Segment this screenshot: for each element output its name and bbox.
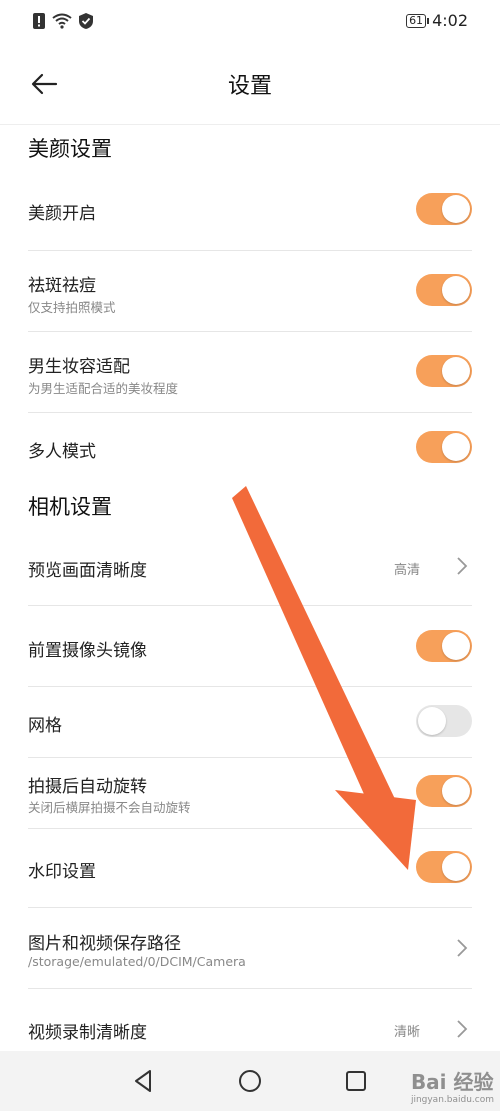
app-bar: 设置 (0, 44, 500, 125)
auto-rotate-toggle[interactable] (416, 775, 472, 807)
toggle-knob (442, 777, 470, 805)
setting-label: 多人模式 (28, 442, 96, 462)
nav-recents-icon[interactable] (338, 1063, 374, 1099)
nav-back-icon[interactable] (126, 1063, 162, 1099)
status-bar: 61 4:02 (0, 0, 500, 44)
chevron-right-icon (457, 1020, 468, 1038)
clock: 4:02 (432, 11, 468, 30)
battery-icon: 61 (406, 13, 430, 28)
setting-value: 高清 (393, 563, 420, 578)
alert-icon (33, 13, 45, 29)
toggle-knob (442, 357, 470, 385)
setting-row-watermark[interactable]: 水印设置 (28, 829, 472, 907)
toggle-knob (442, 433, 470, 461)
toggle-knob (418, 707, 446, 735)
setting-label: 图片和视频保存路径 (28, 934, 181, 954)
setting-row-auto-rotate[interactable]: 拍摄后自动旋转 关闭后横屏拍摄不会自动旋转 (28, 758, 472, 828)
grid-toggle[interactable] (416, 705, 472, 737)
setting-row-video-clarity[interactable]: 视频录制清晰度 清晰 (28, 989, 472, 1051)
blemish-toggle[interactable] (416, 274, 472, 306)
toggle-knob (442, 195, 470, 223)
section-title-beauty: 美颜设置 (28, 137, 112, 161)
status-icons-left (32, 12, 94, 30)
setting-value: 清晰 (393, 1025, 420, 1040)
setting-row-preview-clarity[interactable]: 预览画面清晰度 高清 (28, 530, 472, 605)
page-title: 设置 (227, 74, 272, 99)
setting-subtitle: 为男生适配合适的美妆程度 (28, 381, 179, 396)
status-icons-right: 61 4:02 (406, 11, 468, 30)
beauty-on-toggle[interactable] (416, 193, 472, 225)
setting-row-grid[interactable]: 网格 (28, 687, 472, 757)
setting-row-multi-person[interactable]: 多人模式 (28, 413, 472, 483)
shield-icon (79, 13, 93, 29)
toggle-knob (442, 853, 470, 881)
setting-label: 男生妆容适配 (28, 357, 130, 377)
toggle-knob (442, 632, 470, 660)
watermark-toggle[interactable] (416, 851, 472, 883)
front-mirror-toggle[interactable] (416, 630, 472, 662)
chevron-right-icon (457, 939, 468, 957)
setting-row-male-makeup[interactable]: 男生妆容适配 为男生适配合适的美妆程度 (28, 332, 472, 412)
system-nav-bar: Bai 经验 jingyan.baidu.com (0, 1051, 500, 1111)
male-makeup-toggle[interactable] (416, 355, 472, 387)
setting-subtitle: 仅支持拍照模式 (28, 300, 116, 315)
section-title-camera: 相机设置 (28, 495, 112, 519)
setting-label: 祛斑祛痘 (28, 276, 96, 296)
setting-row-blemish[interactable]: 祛斑祛痘 仅支持拍照模式 (28, 251, 472, 331)
wifi-icon (52, 13, 72, 29)
toggle-knob (442, 276, 470, 304)
setting-label: 美颜开启 (28, 204, 96, 224)
setting-subtitle: 关闭后横屏拍摄不会自动旋转 (28, 800, 191, 815)
multi-person-toggle[interactable] (416, 431, 472, 463)
setting-row-beauty-on[interactable]: 美颜开启 (28, 172, 472, 250)
setting-label: 前置摄像头镜像 (28, 641, 147, 661)
nav-home-icon[interactable] (232, 1063, 268, 1099)
setting-label: 预览画面清晰度 (28, 561, 147, 581)
setting-label: 水印设置 (28, 862, 96, 882)
setting-label: 视频录制清晰度 (28, 1023, 147, 1043)
setting-row-front-mirror[interactable]: 前置摄像头镜像 (28, 606, 472, 686)
baidu-jingyan-watermark: Bai 经验 jingyan.baidu.com (410, 1070, 494, 1105)
setting-label: 网格 (28, 716, 62, 736)
chevron-right-icon (457, 557, 468, 575)
setting-subtitle: /storage/emulated/0/DCIM/Camera (28, 954, 246, 969)
setting-label: 拍摄后自动旋转 (28, 777, 147, 797)
setting-row-save-path[interactable]: 图片和视频保存路径 /storage/emulated/0/DCIM/Camer… (28, 908, 472, 988)
